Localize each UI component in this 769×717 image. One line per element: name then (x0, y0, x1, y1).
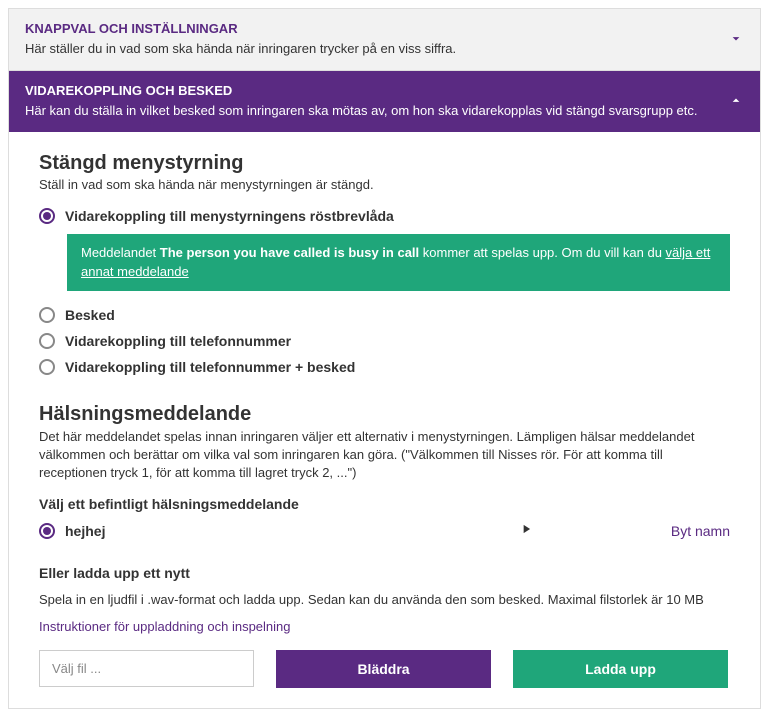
play-icon[interactable] (519, 522, 533, 539)
radio-forward-phone[interactable]: Vidarekoppling till telefonnummer (39, 333, 730, 349)
panel-title: VIDAREKOPPLING OCH BESKED (25, 83, 744, 98)
panel-subtitle: Här kan du ställa in vilket besked som i… (25, 102, 744, 120)
file-input[interactable]: Välj fil ... (39, 650, 254, 687)
radio-icon (39, 523, 55, 539)
radio-besked[interactable]: Besked (39, 307, 730, 323)
choose-greeting-heading: Välj ett befintligt hälsningsmeddelande (39, 496, 730, 512)
rename-link[interactable]: Byt namn (671, 523, 730, 539)
greeting-description: Det här meddelandet spelas innan inringa… (39, 428, 730, 483)
radio-icon (39, 307, 55, 323)
panel-header-knappval[interactable]: KNAPPVAL OCH INSTÄLLNINGAR Här ställer d… (9, 9, 760, 71)
radio-forward-voicemail[interactable]: Vidarekoppling till menystyrningens röst… (39, 208, 730, 224)
closed-menu-title: Stängd menystyrning (39, 152, 730, 175)
panel-title: KNAPPVAL OCH INSTÄLLNINGAR (25, 21, 744, 36)
banner-bold: The person you have called is busy in ca… (160, 245, 419, 260)
upload-heading: Eller ladda upp ett nytt (39, 565, 730, 581)
upload-description: Spela in en ljudfil i .wav-format och la… (39, 591, 730, 609)
radio-label: Vidarekoppling till menystyrningens röst… (65, 208, 394, 224)
radio-label: Vidarekoppling till telefonnummer + besk… (65, 359, 355, 375)
radio-greeting-hejhej[interactable]: hejhej (39, 523, 459, 539)
chevron-up-icon[interactable] (728, 92, 744, 111)
browse-button[interactable]: Bläddra (276, 650, 491, 688)
upload-button[interactable]: Ladda upp (513, 650, 728, 688)
info-banner: Meddelandet The person you have called i… (67, 234, 730, 290)
radio-icon (39, 333, 55, 349)
radio-forward-phone-besked[interactable]: Vidarekoppling till telefonnummer + besk… (39, 359, 730, 375)
banner-text: Meddelandet (81, 245, 160, 260)
upload-instructions-link[interactable]: Instruktioner för uppladdning och inspel… (39, 619, 291, 634)
radio-label: Besked (65, 307, 115, 323)
banner-text: kommer att spelas upp. Om du vill kan du (419, 245, 665, 260)
panel-subtitle: Här ställer du in vad som ska hända när … (25, 40, 744, 58)
radio-label: hejhej (65, 523, 105, 539)
greeting-title: Hälsningsmeddelande (39, 403, 730, 426)
radio-icon (39, 208, 55, 224)
closed-menu-subtitle: Ställ in vad som ska hända när menystyrn… (39, 177, 730, 192)
panel-body-vidarekoppling: Stängd menystyrning Ställ in vad som ska… (9, 132, 760, 707)
radio-icon (39, 359, 55, 375)
radio-label: Vidarekoppling till telefonnummer (65, 333, 291, 349)
panel-header-vidarekoppling[interactable]: VIDAREKOPPLING OCH BESKED Här kan du stä… (9, 71, 760, 132)
chevron-down-icon[interactable] (728, 30, 744, 49)
